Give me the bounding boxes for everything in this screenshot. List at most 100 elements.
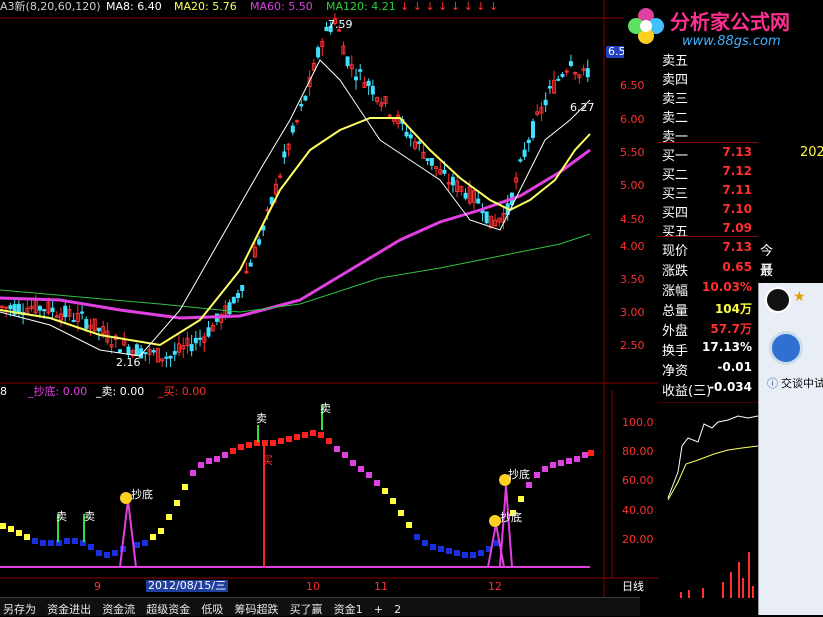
signal-square <box>526 482 532 488</box>
signal-square <box>294 434 300 440</box>
candle-body <box>50 307 55 312</box>
tab-plus[interactable]: + <box>371 601 386 616</box>
signal-square <box>358 466 364 472</box>
qq-chat-label[interactable]: 交谈中试 <box>781 375 823 391</box>
ma120-label: MA120: 4.21 <box>326 0 396 13</box>
tab-fund-flow-in-out[interactable]: 资金进出 <box>44 599 94 617</box>
signal-square <box>342 452 348 458</box>
signal-square <box>326 438 332 444</box>
candle-body <box>206 327 211 337</box>
candlesticks <box>0 13 590 368</box>
candle-body <box>564 70 569 73</box>
period-label[interactable]: 日线 <box>622 581 644 593</box>
candle-body <box>295 120 299 123</box>
signal-square <box>0 523 6 529</box>
signal-square <box>206 458 212 464</box>
ask-list: 卖五 卖四 卖三 卖二 卖一 <box>658 50 758 146</box>
quote-label: 外盘 <box>662 324 689 339</box>
signal-square <box>166 514 172 520</box>
candle-body <box>522 149 527 157</box>
quote-value: 7.12 <box>722 164 752 178</box>
quote-value: 104万 <box>714 302 752 316</box>
tab-save-as[interactable]: 另存为 <box>0 599 39 617</box>
qq-info-icon: ⓘ <box>767 377 778 390</box>
qq-star-icon[interactable]: ★ <box>793 289 806 305</box>
tab-2[interactable]: 2 <box>391 601 404 616</box>
candle-body <box>63 305 68 318</box>
signal-square <box>72 538 78 544</box>
tab-super-fund[interactable]: 超级资金 <box>143 599 193 617</box>
signal-square <box>142 540 148 546</box>
candle-body <box>560 74 565 77</box>
qq-window[interactable]: ★ ⓘ 交谈中试 <box>758 283 823 615</box>
signal-square <box>350 460 356 466</box>
qq-penguin-icon[interactable] <box>765 287 791 313</box>
signal-square <box>390 498 396 504</box>
quote-label: 总量 <box>662 304 689 319</box>
signal-square <box>566 458 572 464</box>
signal-square <box>398 510 404 516</box>
signal-square <box>550 462 556 468</box>
x-axis-label: 10 <box>306 580 320 593</box>
quote-label: 卖四 <box>662 73 689 88</box>
sub-header-prefix: 8 <box>0 385 7 398</box>
candle-body <box>354 76 358 81</box>
x-axis-date-cursor: 2012/08/15/三 <box>146 579 229 592</box>
quote-value: 10.03% <box>702 280 752 294</box>
candle-body <box>96 327 101 332</box>
signal-square <box>542 466 548 472</box>
quote-value: -0.01 <box>717 360 752 374</box>
candle-body <box>429 158 434 166</box>
signal-square <box>150 534 156 540</box>
candle-body <box>118 349 122 353</box>
low-price-label: 2.16 <box>116 356 141 369</box>
main-chart[interactable] <box>0 0 658 597</box>
quote-label: 涨跌 <box>662 264 689 279</box>
qq-camera-icon[interactable] <box>769 331 803 365</box>
candle-body <box>290 125 295 133</box>
intraday-mini-chart[interactable] <box>658 402 758 598</box>
quote-value: 7.10 <box>722 202 752 216</box>
signal-square <box>422 540 428 546</box>
signal-square <box>374 480 380 486</box>
tab-chip-oversold[interactable]: 筹码超跌 <box>231 599 281 617</box>
ma60-label: MA60: 5.50 <box>250 0 313 13</box>
bid-list: 买一 7.13 买二 7.12 买三 7.11 买四 7.10 买五 7.09 202 <box>658 145 823 241</box>
quote-label: 买五 <box>662 225 689 240</box>
signal-square <box>588 450 594 456</box>
quote-label: 收益(三) <box>662 384 712 399</box>
candle-body <box>568 61 573 67</box>
signal-square <box>462 552 468 558</box>
quote-value: 17.13% <box>702 340 752 354</box>
quote-label: 卖五 <box>662 54 689 69</box>
signal-line <box>499 485 507 568</box>
signal-square <box>88 544 94 550</box>
signal-square <box>478 550 484 556</box>
candle-body <box>531 121 535 138</box>
chaodi-signal-label: 抄底 <box>131 488 153 501</box>
quote-value: 7.09 <box>722 221 752 235</box>
tab-low-absorb[interactable]: 低吸 <box>198 599 226 617</box>
moving-average-lines <box>0 59 591 357</box>
quote-label: 买一 <box>662 149 689 164</box>
candle-body <box>556 78 561 81</box>
signal-square <box>48 540 54 546</box>
tab-fund1[interactable]: 资金1 <box>331 599 366 617</box>
candle-body <box>193 337 198 344</box>
candle-body <box>370 86 375 95</box>
buy-signal-label: 买 <box>262 454 273 467</box>
signal-square <box>112 550 118 556</box>
signal-square <box>558 460 564 466</box>
candle-body <box>476 198 481 204</box>
tab-fund-flow[interactable]: 资金流 <box>99 599 138 617</box>
candle-body <box>248 262 253 267</box>
candle-body <box>227 302 232 315</box>
sub-indicator <box>0 405 594 568</box>
candle-body <box>463 192 468 199</box>
signal-square <box>246 442 252 448</box>
candle-body <box>316 47 321 58</box>
tab-buy-win[interactable]: 买了赢 <box>287 599 326 617</box>
candle-body <box>126 346 131 355</box>
chaodi-signal-label: 抄底 <box>500 511 522 524</box>
candle-body <box>37 305 42 311</box>
